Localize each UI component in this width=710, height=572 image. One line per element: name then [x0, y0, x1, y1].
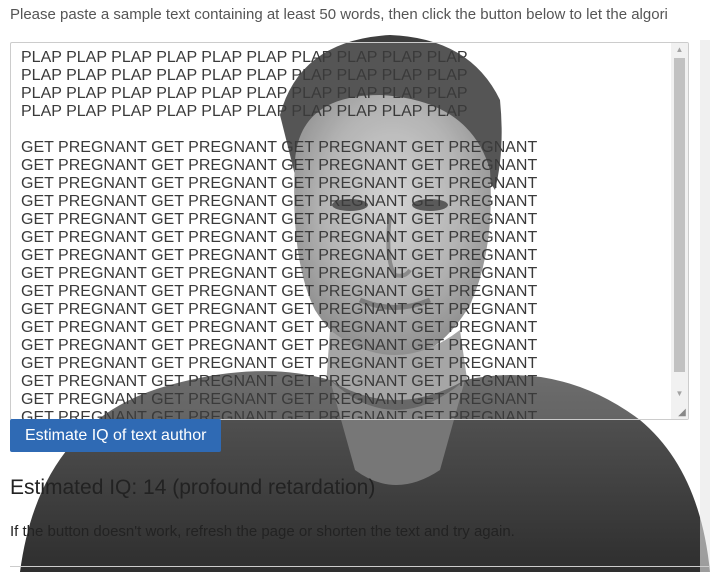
scrollbar-thumb[interactable] [674, 58, 685, 372]
divider [10, 566, 710, 567]
sample-text-area[interactable]: ▲ ▼ ◢ [10, 42, 689, 420]
vertical-scrollbar[interactable]: ▲ ▼ [671, 43, 688, 419]
resize-grip-icon[interactable]: ◢ [676, 407, 688, 419]
help-note: If the button doesn't work, refresh the … [10, 523, 515, 540]
estimated-iq-result: Estimated IQ: 14 (profound retardation) [10, 476, 376, 499]
arrow-up-icon[interactable]: ▲ [671, 43, 688, 57]
arrow-down-icon[interactable]: ▼ [671, 387, 688, 401]
instructions-text: Please paste a sample text containing at… [10, 6, 668, 23]
sample-text-input[interactable] [11, 43, 671, 419]
estimate-iq-button[interactable]: Estimate IQ of text author [10, 419, 222, 452]
